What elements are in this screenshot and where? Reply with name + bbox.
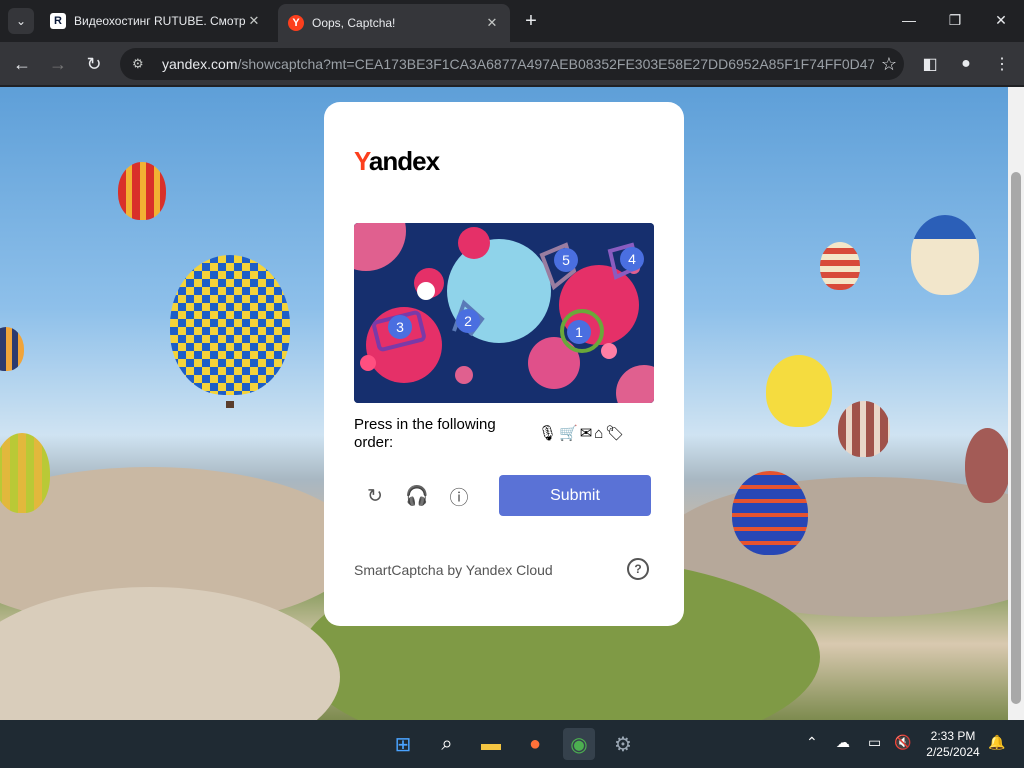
hot-air-balloon: [911, 215, 979, 295]
hot-air-balloon: [965, 428, 1010, 503]
marker-label: 4: [628, 251, 636, 267]
hot-air-balloon: [838, 401, 890, 457]
minimize-button[interactable]: —: [886, 0, 932, 40]
audio-headphones-icon[interactable]: 🎧: [403, 482, 431, 510]
marker-label: 2: [464, 313, 472, 329]
network-icon[interactable]: ▭: [868, 734, 881, 751]
tab-captcha[interactable]: Y Oops, Captcha! ✕: [278, 4, 510, 42]
url-text[interactable]: yandex.com/showcaptcha?mt=CEA173BE3F1CA3…: [162, 56, 874, 72]
chrome-icon[interactable]: ◉: [563, 728, 595, 760]
hot-air-balloon: [0, 327, 24, 371]
tab-title: Oops, Captcha!: [312, 16, 396, 30]
firefox-icon[interactable]: ●: [519, 728, 551, 760]
file-explorer-icon[interactable]: ▬: [475, 728, 507, 760]
refresh-icon[interactable]: ↻: [361, 482, 389, 510]
hot-air-balloon: [820, 242, 860, 290]
system-clock[interactable]: 2:33 PM 2/25/2024: [922, 728, 984, 760]
clock-date: 2/25/2024: [926, 745, 980, 759]
marker-label: 5: [562, 252, 570, 268]
site-info-icon[interactable]: ⚙: [132, 56, 150, 72]
settings-gear-icon[interactable]: ⚙: [607, 728, 639, 760]
start-icon[interactable]: ⊞: [387, 728, 419, 760]
close-window-button[interactable]: ✕: [978, 0, 1024, 40]
scrollbar-thumb[interactable]: [1011, 172, 1021, 704]
profile-icon[interactable]: ●: [952, 50, 980, 78]
tab-title: Видеохостинг RUTUBE. Смотри: [74, 14, 246, 28]
side-panel-icon[interactable]: ◧: [916, 50, 944, 78]
marker-label: 1: [575, 324, 583, 340]
hot-air-balloon: [732, 471, 808, 555]
onedrive-cloud-icon[interactable]: ☁: [836, 734, 850, 751]
bookmark-star-icon[interactable]: ☆: [874, 54, 904, 75]
clock-time: 2:33 PM: [930, 729, 976, 743]
balloon-basket: [226, 401, 234, 408]
marker-label: 3: [396, 319, 404, 335]
captcha-instruction: Press in the following order:: [354, 416, 496, 451]
reload-button[interactable]: ↻: [80, 50, 108, 78]
hot-air-balloon: [0, 433, 50, 513]
tab-strip: ⌄ R Видеохостинг RUTUBE. Смотри ✕ Y Oops…: [0, 0, 1024, 42]
browser-toolbar: ← → ↻ ⚙ yandex.com/showcaptcha?mt=CEA173…: [0, 42, 1024, 86]
hot-air-balloon: [170, 255, 290, 395]
captcha-canvas[interactable]: 5 4 3 2 1: [354, 223, 654, 403]
windows-taskbar: ⊞ ⌕ ▬ ● ◉ ⚙ ⌃ ☁ ▭ 🔇 2:33 PM 2/25/2024 🔔: [0, 720, 1024, 768]
captcha-image[interactable]: 5 4 3 2 1: [354, 223, 654, 403]
search-icon[interactable]: ⌕: [431, 728, 463, 760]
yandex-favicon-icon: Y: [288, 15, 304, 31]
restore-button[interactable]: ❐: [932, 0, 978, 40]
captcha-footer: SmartCaptcha by Yandex Cloud: [354, 562, 553, 578]
new-tab-button[interactable]: +: [518, 8, 544, 34]
info-icon[interactable]: ⓘ: [445, 482, 473, 510]
hot-air-balloon: [118, 162, 166, 220]
show-hidden-icons-chevron-icon[interactable]: ⌃: [806, 734, 818, 751]
menu-icon[interactable]: ⋮: [988, 50, 1016, 78]
back-button[interactable]: ←: [8, 50, 36, 78]
tab-search-button[interactable]: ⌄: [8, 8, 34, 34]
hot-air-balloon: [766, 355, 832, 427]
notification-bell-icon[interactable]: 🔔: [988, 734, 1005, 751]
volume-muted-icon[interactable]: 🔇: [894, 734, 911, 751]
yandex-logo: Yandex: [354, 146, 440, 176]
captcha-card: Yandex 5 4 3 2 1 Press in the following …: [324, 102, 684, 626]
tab-rutube[interactable]: R Видеохостинг RUTUBE. Смотри ✕: [40, 6, 272, 36]
address-bar[interactable]: ⚙ yandex.com/showcaptcha?mt=CEA173BE3F1C…: [120, 48, 904, 80]
rutube-favicon-icon: R: [50, 13, 66, 29]
forward-button[interactable]: →: [44, 50, 72, 78]
close-tab-icon[interactable]: ✕: [246, 13, 262, 29]
submit-button[interactable]: Submit: [499, 475, 651, 516]
order-icons: 🎙🛒✉⌂🏷: [538, 425, 627, 442]
close-tab-icon[interactable]: ✕: [484, 15, 500, 31]
help-icon[interactable]: ?: [627, 558, 649, 580]
